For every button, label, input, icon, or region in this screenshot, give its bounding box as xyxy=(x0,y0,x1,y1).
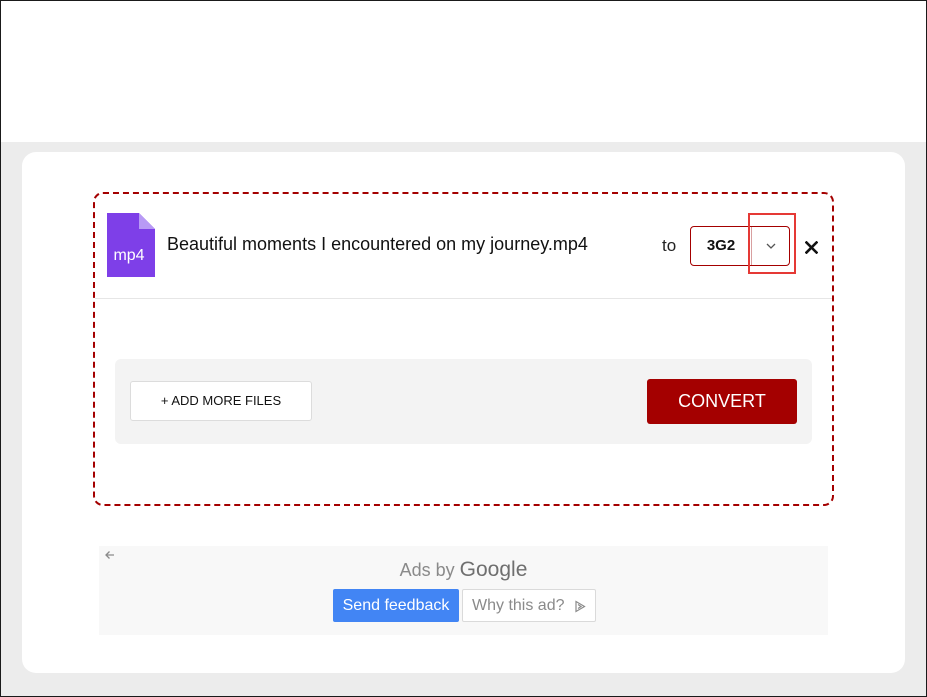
file-name: Beautiful moments I encountered on my jo… xyxy=(167,234,588,254)
adchoices-icon xyxy=(575,600,586,613)
add-more-files-button[interactable]: + ADD MORE FILES xyxy=(130,381,312,421)
file-icon: mp4 xyxy=(107,213,155,277)
to-label: to xyxy=(662,236,677,255)
ads-by-label: Ads by xyxy=(399,560,455,580)
why-this-ad-button[interactable]: Why this ad? xyxy=(462,589,596,622)
file-extension-label: mp4 xyxy=(113,247,145,264)
remove-file-button[interactable] xyxy=(801,237,821,257)
selected-format: 3G2 xyxy=(706,237,736,254)
google-logo: Google xyxy=(459,558,528,581)
why-this-ad-label: Why this ad? xyxy=(472,597,565,614)
convert-button[interactable]: CONVERT xyxy=(647,379,797,424)
close-icon xyxy=(804,240,818,254)
format-dropdown[interactable]: 3G2 xyxy=(690,226,790,266)
send-feedback-button[interactable]: Send feedback xyxy=(333,589,459,622)
divider xyxy=(95,298,832,299)
format-dropdown-toggle[interactable] xyxy=(751,227,790,265)
chevron-down-icon xyxy=(766,243,776,249)
ads-by-google: Ads by Google xyxy=(1,558,926,582)
